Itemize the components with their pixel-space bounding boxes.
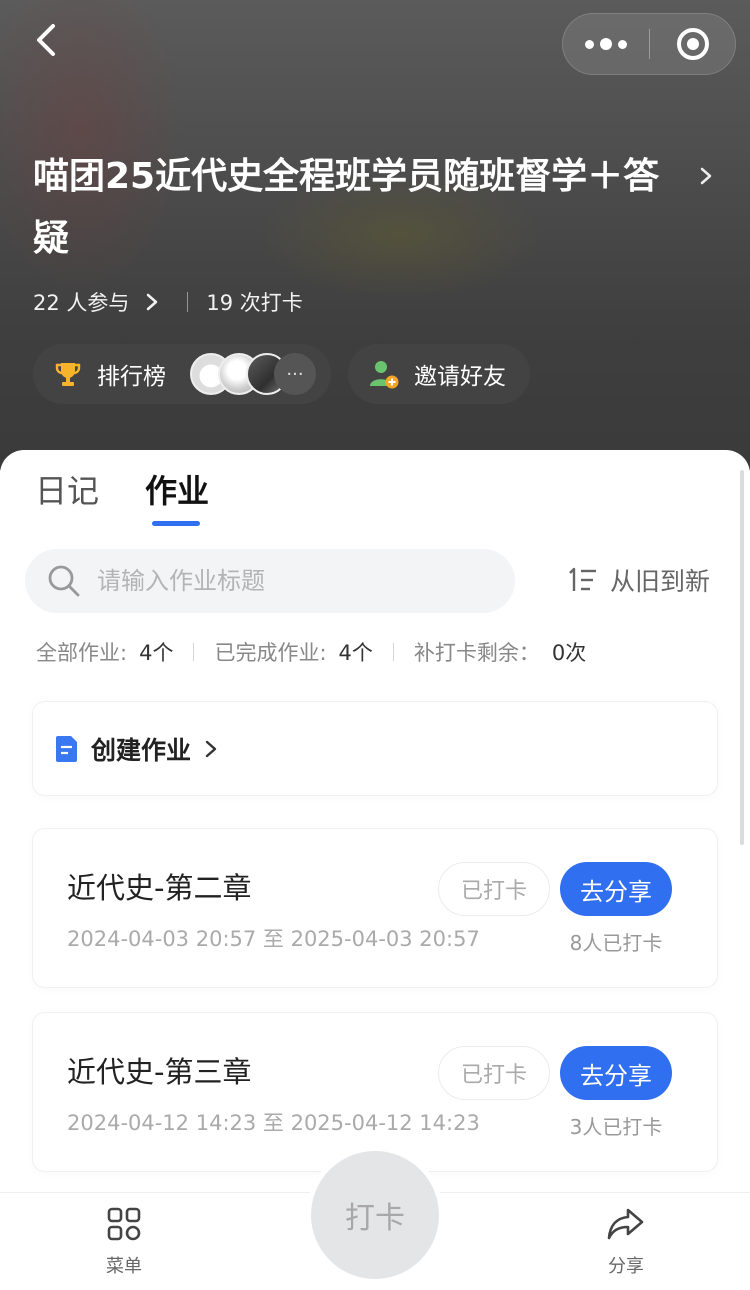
checked-in-count: 3人已打卡 [569,1115,663,1139]
homework-title: 近代史-第三章 [67,1055,252,1089]
share-button[interactable]: 去分享 [560,1046,672,1100]
invite-friends-button[interactable]: 邀请好友 [348,344,530,404]
create-homework-label: 创建作业 [91,735,192,765]
menu-label: 菜单 [106,1256,142,1277]
target-icon [676,28,709,60]
more-avatars-badge: ··· [274,353,316,395]
all-homework-label: 全部作业: [36,641,128,665]
search-bar[interactable] [25,549,515,613]
share-button[interactable]: 去分享 [560,862,672,916]
tab-diary[interactable]: 日记 [35,468,99,514]
more-button[interactable] [563,14,649,74]
sort-label: 从旧到新 [610,567,711,596]
chevron-right-icon[interactable] [694,164,718,188]
miniprogram-capsule [562,13,736,75]
create-homework-button[interactable]: 创建作业 [33,702,717,795]
share-arrow-icon [607,1208,644,1240]
grid-menu-icon [107,1207,141,1241]
share-nav-button[interactable]: 分享 [586,1206,666,1278]
checkin-button[interactable]: 打卡 [311,1151,439,1279]
tab-homework[interactable]: 作业 [145,468,209,514]
more-dot [585,39,594,49]
avatar-stack: ··· [190,353,316,395]
leaderboard-label: 排行榜 [97,364,166,390]
done-homework-count: 4个 [338,641,373,665]
homework-date-range: 2024-04-12 14:23 至 2025-04-12 14:23 [67,1111,480,1135]
checked-in-count: 8人已打卡 [569,931,663,955]
participants-count: 22 人参与 [33,291,130,315]
chevron-left-icon [37,24,55,56]
menu-button[interactable]: 菜单 [84,1206,164,1278]
more-dot [600,38,612,50]
sort-ascending-icon [569,567,596,591]
trophy-icon [55,363,81,386]
homework-counts: 全部作业: 4个 已完成作业: 4个 补打卡剩余： 0次 [36,636,586,668]
document-icon [56,735,77,762]
makeup-remaining-label: 补打卡剩余： [413,641,540,665]
active-tab-indicator [152,521,200,526]
invite-friends-label: 邀请好友 [414,364,506,390]
add-user-icon [370,361,399,389]
all-homework-count: 4个 [139,641,174,665]
close-miniprogram-button[interactable] [650,14,735,74]
checkins-count: 19 次打卡 [206,291,303,315]
stats-divider [187,292,189,312]
group-stats: 22 人参与 19 次打卡 [33,284,303,320]
group-title[interactable]: 喵团25近代史全程班学员随班督学＋答疑 [33,146,683,270]
sort-button[interactable]: 从旧到新 [568,560,710,600]
checked-in-status[interactable]: 已打卡 [438,1046,550,1100]
counts-divider [392,643,394,661]
leaderboard-button[interactable]: 排行榜 ··· [33,344,331,404]
homework-date-range: 2024-04-03 20:57 至 2025-04-03 20:57 [67,927,480,951]
share-label: 分享 [608,1256,644,1277]
chevron-right-icon [205,740,217,757]
makeup-remaining-count: 0次 [551,641,587,665]
done-homework-label: 已完成作业: [214,641,327,665]
scrollbar[interactable] [740,470,744,845]
group-header: 喵团25近代史全程班学员随班督学＋答疑 22 人参与 19 次打卡 排行榜 ··… [0,0,750,470]
search-icon [48,565,80,597]
checked-in-status[interactable]: 已打卡 [438,862,550,916]
search-input[interactable] [97,567,477,595]
more-dot [618,39,627,49]
participants-link[interactable]: 22 人参与 [33,287,163,317]
homework-title: 近代史-第二章 [67,871,252,905]
back-button[interactable] [28,22,64,58]
chevron-right-icon [147,293,158,311]
counts-divider [193,643,195,661]
homework-card[interactable]: 近代史-第二章 2024-04-03 20:57 至 2025-04-03 20… [33,829,717,987]
